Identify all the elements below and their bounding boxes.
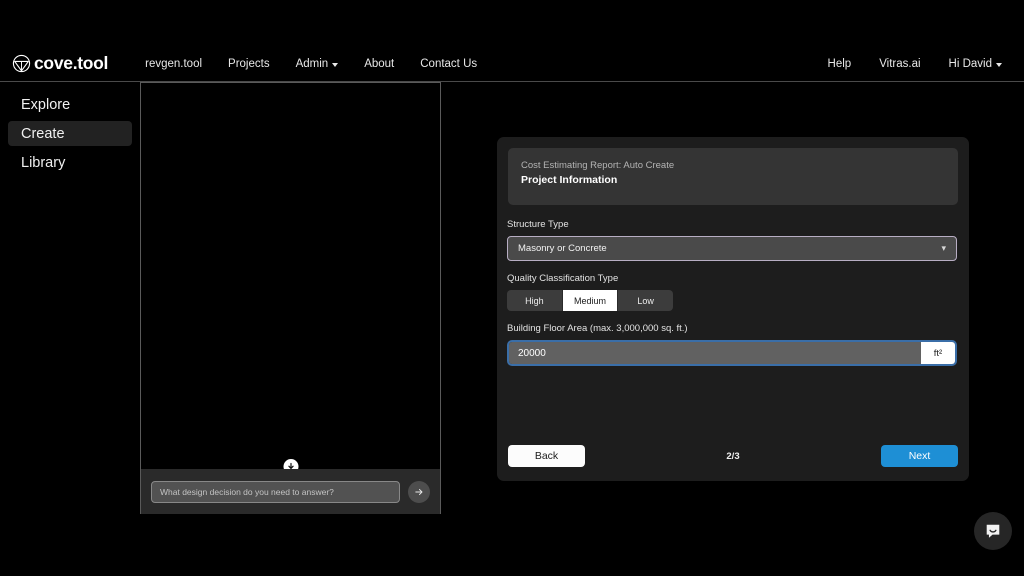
building-floor-area-input-row: ft²: [507, 340, 957, 366]
chevron-down-icon: ▾: [941, 243, 946, 253]
caret-down-icon: [332, 62, 339, 67]
chat-send-button[interactable]: [408, 480, 430, 503]
building-floor-area-label: Building Floor Area (max. 3,000,000 sq. …: [507, 323, 688, 334]
nav-link-contact-us[interactable]: Contact Us: [407, 54, 490, 74]
next-button[interactable]: Next: [881, 445, 958, 467]
nav-link-vitras-ai[interactable]: Vitras.ai: [865, 54, 934, 74]
nav-links-right: Help Vitras.ai Hi David: [814, 54, 1016, 74]
sidebar-item-label: Create: [21, 125, 65, 142]
segment-medium[interactable]: Medium: [562, 290, 619, 311]
nav-link-label: revgen.tool: [145, 57, 203, 70]
segment-high[interactable]: High: [507, 290, 563, 311]
back-button[interactable]: Back: [508, 445, 585, 467]
nav-link-projects[interactable]: Projects: [215, 54, 283, 74]
sidebar-item-create[interactable]: Create: [8, 121, 132, 146]
brand-name: cove.tool: [34, 52, 109, 73]
chat-input[interactable]: [151, 480, 400, 503]
structure-type-label: Structure Type: [507, 219, 569, 230]
nav-link-label: Vitras.ai: [879, 57, 921, 70]
top-navbar: cove.tool revgen.tool Projects Admin Abo…: [0, 46, 1024, 82]
app-root: cove.tool revgen.tool Projects Admin Abo…: [0, 0, 1024, 576]
nav-link-label: Help: [827, 57, 852, 70]
intercom-launcher-button[interactable]: [974, 512, 1012, 550]
nav-links-left: revgen.tool Projects Admin About Contact…: [132, 54, 490, 74]
chat-input-bar: [141, 469, 440, 514]
field-quality-classification: Quality Classification Type High Medium …: [507, 273, 959, 311]
segment-label: Low: [637, 295, 654, 306]
nav-link-admin[interactable]: Admin: [283, 54, 352, 74]
nav-link-user-menu[interactable]: Hi David: [935, 54, 1016, 74]
center-chat-panel: [140, 82, 441, 514]
caret-down-icon: [996, 62, 1002, 67]
segment-label: High: [525, 295, 544, 306]
project-information-modal: Cost Estimating Report: Auto Create Proj…: [497, 137, 969, 481]
modal-title: Project Information: [521, 174, 618, 186]
step-indicator: 2/3: [726, 450, 740, 462]
field-building-floor-area: Building Floor Area (max. 3,000,000 sq. …: [507, 323, 959, 366]
right-content-area: Cost Estimating Report: Auto Create Proj…: [441, 82, 1024, 514]
building-floor-area-input[interactable]: [509, 342, 921, 364]
nav-link-label: Projects: [228, 57, 270, 70]
sidebar-item-library[interactable]: Library: [8, 150, 132, 175]
field-structure-type: Structure Type Masonry or Concrete ▾: [507, 219, 959, 261]
segment-label: Medium: [574, 295, 607, 306]
intercom-chat-icon: [986, 524, 1000, 538]
structure-type-value: Masonry or Concrete: [518, 243, 607, 254]
unit-suffix: ft²: [921, 342, 955, 364]
nav-link-help[interactable]: Help: [814, 54, 866, 74]
nav-link-label: About: [364, 57, 395, 70]
nav-link-label: Contact Us: [420, 57, 478, 70]
nav-link-label: Admin: [295, 57, 329, 70]
nav-link-revgen-tool[interactable]: revgen.tool: [132, 54, 215, 74]
cove-logo-icon: [12, 54, 31, 73]
quality-classification-segmented-control: High Medium Low: [507, 290, 673, 311]
segment-low[interactable]: Low: [618, 290, 673, 311]
modal-form-body: Structure Type Masonry or Concrete ▾ Qua…: [507, 219, 959, 378]
sidebar-item-label: Library: [21, 154, 66, 171]
nav-link-label: Hi David: [948, 57, 992, 70]
quality-classification-label: Quality Classification Type: [507, 273, 619, 284]
sidebar-item-label: Explore: [21, 96, 71, 113]
sidebar-item-explore[interactable]: Explore: [8, 92, 132, 117]
structure-type-select[interactable]: Masonry or Concrete ▾: [507, 236, 957, 261]
brand-logo[interactable]: cove.tool: [12, 54, 108, 73]
arrow-right-icon: [415, 488, 423, 495]
nav-link-about[interactable]: About: [351, 54, 407, 74]
modal-footer: Back 2/3 Next: [508, 445, 958, 467]
modal-header: Cost Estimating Report: Auto Create Proj…: [508, 148, 958, 205]
left-sidebar: Explore Create Library: [0, 82, 140, 514]
modal-eyebrow: Cost Estimating Report: Auto Create: [521, 160, 675, 171]
